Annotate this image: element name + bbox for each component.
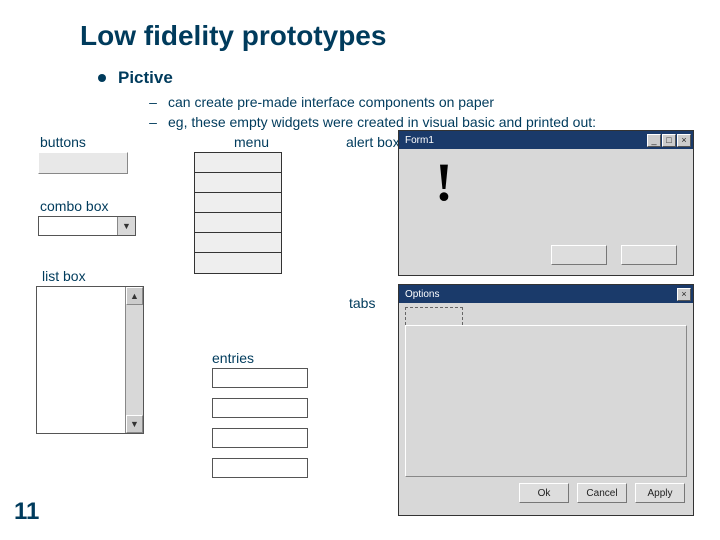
label-alert: alert box [346, 134, 400, 150]
entry-field [212, 398, 308, 418]
tab-bar [399, 303, 693, 325]
combobox-field [39, 217, 117, 235]
menu-item [195, 213, 281, 233]
widget-tabs-window: Options × Ok Cancel Apply [398, 284, 694, 516]
apply-button: Apply [635, 483, 685, 503]
minimize-icon: _ [647, 134, 661, 147]
sub-bullet-list: – can create pre-made interface componen… [148, 92, 596, 132]
dash-icon: – [148, 112, 158, 132]
tab [405, 307, 463, 325]
scroll-up-icon: ▲ [126, 287, 143, 305]
label-buttons: buttons [40, 134, 86, 150]
bullet-disc-icon [98, 74, 106, 82]
label-menu: menu [234, 134, 269, 150]
widget-menu [194, 152, 282, 274]
dash-icon: – [148, 92, 158, 112]
maximize-icon: □ [662, 134, 676, 147]
window-controls: × [677, 288, 691, 301]
menu-item [195, 193, 281, 213]
alert-cancel-button [621, 245, 677, 265]
entry-field [212, 428, 308, 448]
entry-field [212, 368, 308, 388]
widget-button [38, 152, 128, 174]
ok-button: Ok [519, 483, 569, 503]
label-combo: combo box [40, 198, 108, 214]
sub-bullet-1: can create pre-made interface components… [168, 92, 494, 112]
widget-entries [212, 368, 308, 488]
alert-title: Form1 [401, 135, 434, 146]
cancel-button: Cancel [577, 483, 627, 503]
widget-alert-window: Form1 _ □ × ! [398, 130, 694, 276]
main-bullet-text: Pictive [118, 68, 173, 88]
alert-ok-button [551, 245, 607, 265]
widget-listbox: ▲ ▼ [36, 286, 144, 434]
label-tabs: tabs [349, 295, 375, 311]
scrollbar: ▲ ▼ [125, 287, 143, 433]
menu-item [195, 153, 281, 173]
chevron-down-icon: ▼ [117, 217, 135, 235]
menu-item [195, 233, 281, 253]
label-entries: entries [212, 350, 254, 366]
dialog-footer: Ok Cancel Apply [399, 483, 693, 511]
alert-body: ! [399, 149, 693, 275]
sub-bullet-2: eg, these empty widgets were created in … [168, 112, 596, 132]
label-list: list box [42, 268, 86, 284]
tabs-title: Options [401, 289, 439, 300]
slide-title: Low fidelity prototypes [80, 20, 386, 52]
tab-panel [405, 325, 687, 477]
scrollbar-track [126, 305, 143, 415]
entry-field [212, 458, 308, 478]
menu-item [195, 173, 281, 193]
alert-titlebar: Form1 _ □ × [399, 131, 693, 149]
menu-item [195, 253, 281, 273]
slide-number: 11 [14, 498, 39, 526]
listbox-area [37, 287, 125, 433]
main-bullet: Pictive [98, 68, 173, 88]
exclamation-icon: ! [435, 151, 453, 213]
close-icon: × [677, 288, 691, 301]
tabs-titlebar: Options × [399, 285, 693, 303]
scroll-down-icon: ▼ [126, 415, 143, 433]
window-controls: _ □ × [647, 134, 691, 147]
widget-combobox: ▼ [38, 216, 136, 236]
close-icon: × [677, 134, 691, 147]
